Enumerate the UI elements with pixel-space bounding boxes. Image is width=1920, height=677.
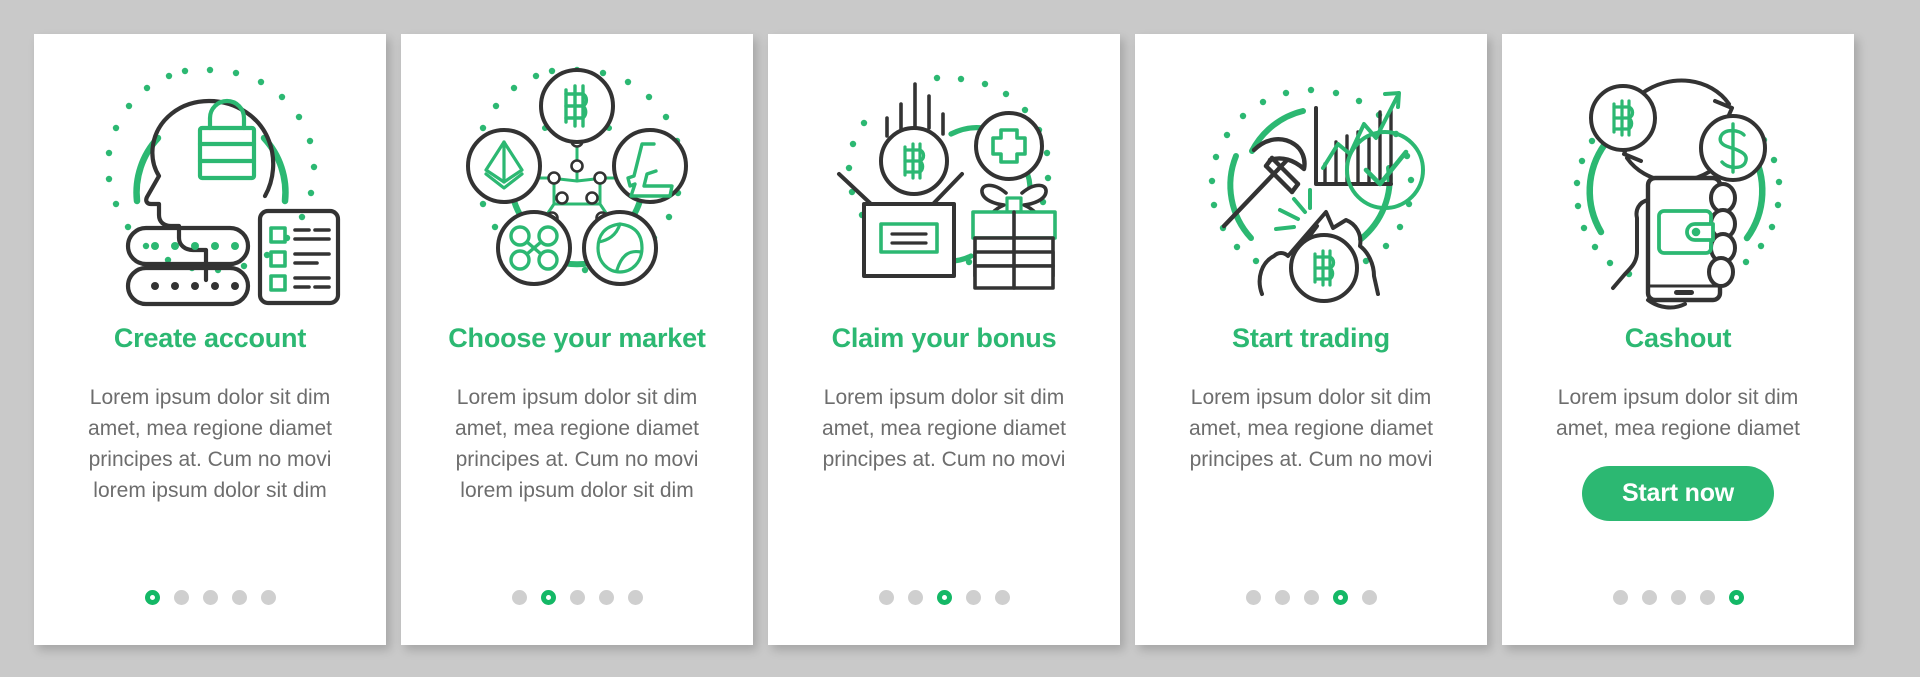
password-field-secondary-icon (125, 265, 251, 306)
cta-container: Start now (1502, 466, 1854, 522)
card-title: Cashout (1624, 323, 1732, 353)
litecoin-coin-icon (612, 127, 688, 204)
onboarding-card-create-account[interactable]: Create account Lorem ipsum dolor sit dim… (34, 34, 386, 645)
pagination-dot-5[interactable] (260, 590, 276, 605)
green-arc-left (1586, 140, 1609, 235)
pagination-dots[interactable] (1502, 590, 1854, 605)
nem-coin-icon (582, 209, 658, 286)
card-title: Claim your bonus (831, 323, 1057, 353)
pagination-dot-5[interactable] (627, 590, 643, 605)
bitcoin-coin-icon (1589, 83, 1657, 152)
onboarding-cards-board: Create account Lorem ipsum dolor sit dim… (0, 0, 1920, 677)
pagination-dot-2[interactable] (1274, 590, 1290, 605)
check-circle-icon (1345, 129, 1425, 210)
bitcoin-coin-icon (539, 67, 615, 144)
pagination-dot-3[interactable] (202, 590, 218, 605)
onboarding-card-choose-your-market[interactable]: Choose your market Lorem ipsum dolor sit… (401, 34, 753, 645)
pagination-dot-1[interactable] (1245, 590, 1261, 605)
pagination-dot-3[interactable] (1303, 590, 1319, 605)
pagination-dots[interactable] (768, 590, 1120, 605)
hand-holding-phone-icon (1611, 175, 1737, 309)
card-body-text: Lorem ipsum dolor sit dim amet, mea regi… (1556, 386, 1800, 441)
card-title: Choose your market (448, 323, 706, 353)
illustration-head-lock-password-checklist (65, 48, 355, 318)
pagination-dot-1[interactable] (511, 590, 527, 605)
card-title: Create account (113, 323, 307, 353)
pagination-dot-4[interactable] (1332, 590, 1348, 605)
dollar-coin-icon (1699, 113, 1767, 182)
card-body-text: Lorem ipsum dolor sit dim amet, mea regi… (88, 386, 332, 503)
pagination-dot-3[interactable] (569, 590, 585, 605)
pagination-dot-1[interactable] (1612, 590, 1628, 605)
pagination-dot-4[interactable] (231, 590, 247, 605)
onboarding-card-claim-your-bonus[interactable]: Claim your bonus Lorem ipsum dolor sit d… (768, 34, 1120, 645)
ethereum-coin-icon (466, 127, 542, 204)
illustration-mining-pickaxe-chart (1166, 48, 1456, 318)
pagination-dots[interactable] (34, 590, 386, 605)
pagination-dot-2[interactable] (907, 590, 923, 605)
card-body-text: Lorem ipsum dolor sit dim amet, mea regi… (822, 386, 1066, 472)
pagination-dot-5[interactable] (1728, 590, 1744, 605)
pagination-dot-1[interactable] (878, 590, 894, 605)
pagination-dot-2[interactable] (1641, 590, 1657, 605)
onboarding-card-cashout[interactable]: Cashout Lorem ipsum dolor sit dim amet, … (1502, 34, 1854, 645)
pagination-dot-5[interactable] (994, 590, 1010, 605)
card-body-text: Lorem ipsum dolor sit dim amet, mea regi… (1189, 386, 1433, 472)
checklist-document-icon (257, 208, 341, 305)
pagination-dots[interactable] (401, 590, 753, 605)
pickaxe-icon (1221, 136, 1307, 228)
card-body-text: Lorem ipsum dolor sit dim amet, mea regi… (455, 386, 699, 503)
plus-circle-icon (974, 110, 1044, 181)
pagination-dot-3[interactable] (1670, 590, 1686, 605)
bitcoin-coin-icon (1289, 232, 1359, 303)
pagination-dot-2[interactable] (540, 590, 556, 605)
impact-sparks-icon (1274, 187, 1312, 231)
onboarding-card-start-trading[interactable]: Start trading Lorem ipsum dolor sit dim … (1135, 34, 1487, 645)
illustration-open-box-gift-bonus (799, 48, 1089, 318)
bitcoin-coin-icon (879, 125, 949, 196)
illustration-phone-wallet-exchange (1533, 48, 1823, 318)
green-arc-left (1227, 152, 1254, 241)
ripple-coin-icon (496, 209, 572, 286)
pagination-dot-2[interactable] (173, 590, 189, 605)
pagination-dot-4[interactable] (1699, 590, 1715, 605)
illustration-crypto-network-pentagon (432, 48, 722, 318)
pagination-dot-4[interactable] (965, 590, 981, 605)
pagination-dot-1[interactable] (144, 590, 160, 605)
card-title: Start trading (1232, 323, 1390, 353)
start-now-button[interactable]: Start now (1581, 466, 1775, 522)
pagination-dots[interactable] (1135, 590, 1487, 605)
pagination-dot-3[interactable] (936, 590, 952, 605)
pagination-dot-4[interactable] (598, 590, 614, 605)
pagination-dot-5[interactable] (1361, 590, 1377, 605)
